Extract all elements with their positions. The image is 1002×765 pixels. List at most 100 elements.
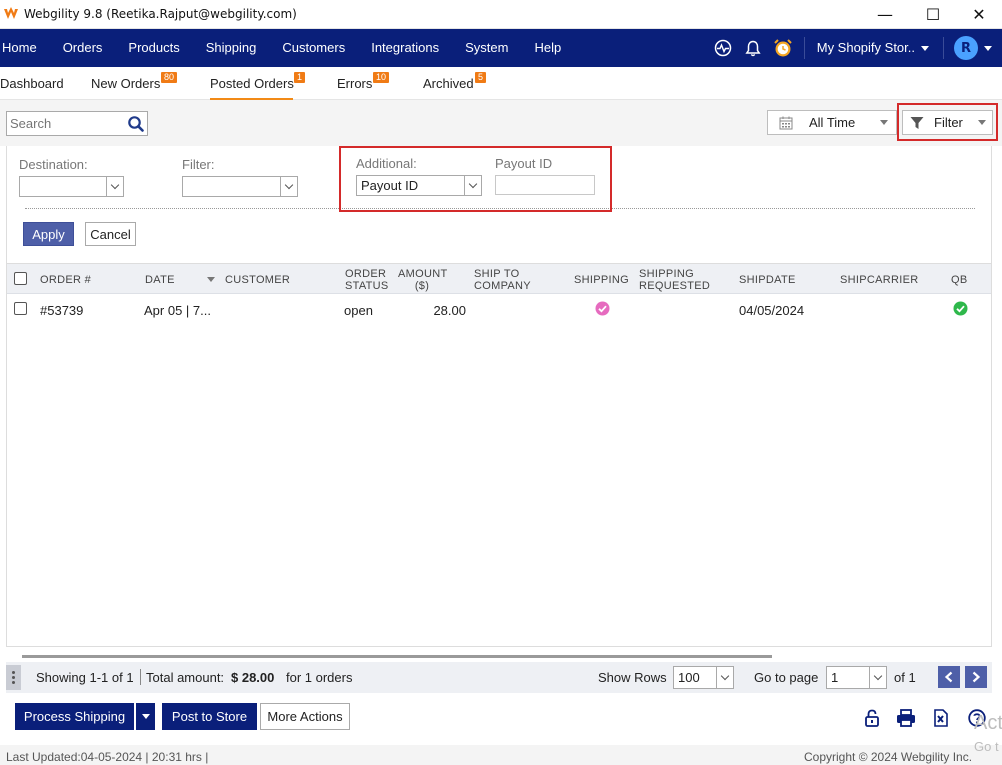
activation-watermark-sub: Go t [974,739,999,754]
webgility-logo-icon [4,7,18,19]
nav-system[interactable]: System [452,29,521,67]
unlock-icon [865,709,879,727]
chevron-right-icon [972,671,981,683]
tab-new-orders[interactable]: New Orders 80 [91,67,178,100]
chevron-left-icon [944,671,953,683]
select-all-checkbox[interactable] [14,272,27,285]
column-shipping-requested[interactable]: SHIPPING REQUESTED [639,268,710,292]
chevron-down-icon [106,177,123,196]
process-shipping-dropdown[interactable] [135,703,155,730]
showing-count: Showing 1-1 of 1 [36,670,134,685]
header-line: REQUESTED [639,280,711,292]
printer-icon [897,709,915,727]
nav-help[interactable]: Help [521,29,574,67]
cancel-button[interactable]: Cancel [85,222,136,246]
search-box [6,111,148,136]
copyright: Copyright © 2024 Webgility Inc. [804,750,973,764]
filter-select[interactable] [182,176,298,197]
tab-archived[interactable]: Archived 5 [423,67,487,100]
order-tabs: Dashboard New Orders 80 Posted Orders 1 Er… [0,67,1002,100]
previous-page-button[interactable] [938,666,960,688]
activity-button[interactable] [708,29,738,67]
column-customer[interactable]: CUSTOMER [225,274,290,286]
nav-home[interactable]: Home [0,29,50,67]
nav-products[interactable]: Products [115,29,192,67]
window-title: Webgility 9.8 (Reetika.Rajput@webgility.… [24,7,297,21]
count-badge: 5 [475,72,487,83]
count-badge: 80 [161,72,178,83]
tab-posted-orders[interactable]: Posted Orders 1 [210,67,306,100]
column-ship-to-company[interactable]: SHIP TO COMPANY [474,268,531,292]
nav-integrations[interactable]: Integrations [358,29,452,67]
column-amount[interactable]: AMOUNT ($) [398,268,448,292]
search-icon[interactable] [127,115,145,133]
order-status: open [344,303,373,318]
header-line: COMPANY [474,280,531,292]
order-number[interactable]: #53739 [40,303,83,318]
column-shipping[interactable]: SHIPPING [574,274,629,286]
chevron-down-icon [869,667,886,688]
column-order-status[interactable]: ORDER STATUS [345,268,389,292]
reminders-button[interactable] [768,29,798,67]
filter-label: Filter: [182,157,215,172]
tab-errors[interactable]: Errors 10 [337,67,390,100]
apply-button[interactable]: Apply [23,222,74,246]
goto-page-label: Go to page [754,670,819,685]
order-amount: 28.00 [433,303,466,318]
column-shipdate[interactable]: SHIPDATE [739,274,796,286]
activity-icon [714,39,731,57]
next-page-button[interactable] [965,666,987,688]
status-bar: Last Updated:04-05-2024 | 20:31 hrs | Co… [0,739,1002,765]
maximize-button[interactable]: ☐ [910,0,956,29]
tab-label: Archived [423,76,474,91]
destination-select[interactable] [19,176,124,197]
excel-export-icon [934,709,948,727]
count-badge: 1 [294,72,306,83]
shipping-status-icon[interactable] [595,301,610,316]
close-window-button[interactable]: ✕ [956,0,1002,29]
unlock-button[interactable] [861,707,883,729]
table-row[interactable]: #53739 Apr 05 | 7... open 28.00 04/05/20… [7,294,991,324]
export-button[interactable] [930,707,952,729]
summary-bar: Showing 1-1 of 1 Total amount: $ 28.00 f… [6,662,992,693]
grip-handle-icon[interactable] [6,665,21,690]
divider [140,669,141,685]
column-order[interactable]: ORDER # [40,274,91,286]
header-line: AMOUNT [398,268,448,280]
goto-page-value: 1 [831,670,839,685]
column-date[interactable]: DATE [145,274,175,286]
print-button[interactable] [895,707,917,729]
horizontal-scrollbar[interactable] [22,655,772,658]
store-name: My Shopify Stor.. [816,40,915,55]
post-to-store-button[interactable]: Post to Store [162,703,257,730]
nav-shipping[interactable]: Shipping [193,29,270,67]
tab-dashboard[interactable]: Dashboard [0,67,64,100]
nav-orders[interactable]: Orders [50,29,116,67]
maximize-icon: ☐ [925,5,941,24]
nav-customers[interactable]: Customers [269,29,358,67]
qb-sync-success-icon[interactable] [953,301,968,316]
user-menu[interactable]: R [943,36,1002,60]
additional-highlight-box [339,146,612,212]
chevron-down-icon [984,45,992,51]
more-actions-button[interactable]: More Actions [260,703,350,730]
column-shipcarrier[interactable]: SHIPCARRIER [840,274,918,286]
close-icon: ✕ [972,5,986,24]
order-date: Apr 05 | 7... [144,303,211,318]
process-shipping-button[interactable]: Process Shipping [15,703,134,730]
minimize-icon: — [877,5,893,24]
chevron-down-icon [880,120,889,125]
date-range-select[interactable]: All Time [767,110,897,135]
chevron-down-icon [280,177,297,196]
column-qb[interactable]: QB [951,274,968,286]
row-checkbox[interactable] [14,302,27,315]
minimize-button[interactable]: — [862,0,908,29]
calendar-icon [779,116,793,129]
goto-page-select[interactable]: 1 [826,666,887,689]
destination-label: Destination: [19,157,88,172]
store-selector[interactable]: My Shopify Stor.. [803,37,943,59]
header-line: SHIPPING [639,268,694,280]
notifications-button[interactable] [738,29,768,67]
search-input[interactable] [7,112,125,135]
show-rows-select[interactable]: 100 [673,666,734,689]
